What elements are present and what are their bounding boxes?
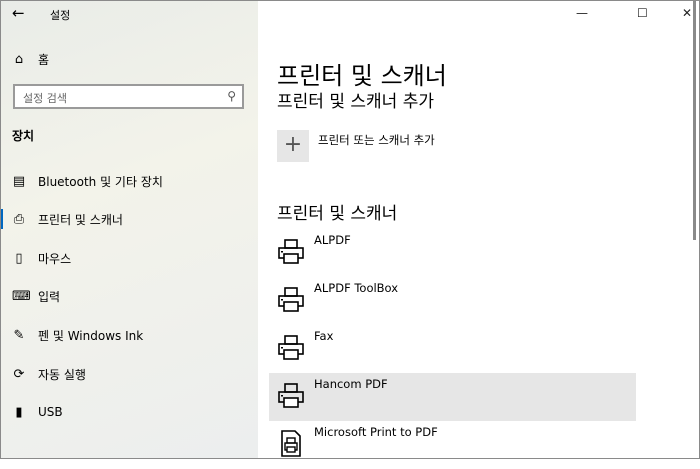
printer-icon: ⎙ (13, 211, 25, 227)
sidebar-item-6[interactable]: ⟳ 자동 실행 (0, 356, 258, 392)
plus-icon: + (283, 132, 303, 157)
printer-item[interactable]: Hancom PDF (269, 373, 636, 421)
printer-name: Microsoft Print to PDF (314, 425, 438, 439)
printer-icon (277, 381, 305, 409)
maximize-button[interactable]: ☐ (637, 6, 648, 20)
home-icon: ⌂ (14, 51, 24, 67)
sidebar-item-label: 홈 (38, 52, 50, 67)
sidebar-item-label: Bluetooth 및 기타 장치 (38, 174, 163, 189)
add-printer-label[interactable]: 프린터 또는 스캐너 추가 (318, 132, 435, 148)
sidebar-item-home[interactable]: ⌂ 홈 (0, 41, 258, 77)
printer-item[interactable]: Microsoft Print to PDF (269, 421, 636, 469)
sidebar-item-label: 입력 (38, 289, 61, 304)
pdf-printer-icon (277, 429, 305, 457)
section-title: 장치 (12, 129, 35, 143)
sidebar-item-label: 프린터 및 스캐너 (38, 212, 123, 227)
add-heading: 프린터 및 스캐너 추가 (277, 92, 434, 112)
search-icon[interactable]: ⚲ (227, 89, 236, 103)
printer-icon (277, 285, 305, 313)
search-input[interactable]: 설정 검색 ⚲ (13, 84, 244, 109)
back-button[interactable]: ← (12, 4, 25, 22)
close-button[interactable]: ✕ (682, 6, 692, 20)
sidebar-item-2[interactable]: ⎙ 프린터 및 스캐너 (0, 201, 258, 237)
printer-icon (277, 237, 305, 265)
printer-icon (277, 333, 305, 361)
printer-item[interactable]: Fax (269, 325, 636, 373)
sidebar-item-label: USB (38, 405, 63, 419)
app-title: 설정 (50, 9, 71, 22)
printer-name: Fax (314, 329, 334, 343)
scrollbar[interactable] (693, 0, 696, 240)
sidebar-item-label: 자동 실행 (38, 367, 86, 382)
printer-item[interactable]: ALPDF (269, 229, 636, 277)
sidebar-item-1[interactable]: ▤ Bluetooth 및 기타 장치 (0, 163, 258, 199)
sidebar-item-label: 펜 및 Windows Ink (38, 328, 144, 343)
sidebar-item-7[interactable]: ▮ USB (0, 394, 258, 430)
sidebar-item-label: 마우스 (38, 251, 72, 266)
printer-name: ALPDF ToolBox (314, 281, 399, 295)
printer-name: ALPDF (314, 233, 351, 247)
sidebar: ← 설정 ⌂ 홈 설정 검색 ⚲ 장치 ▤ Bluetooth 및 기타 장치 ⎙ 프… (0, 0, 258, 459)
search-placeholder: 설정 검색 (23, 92, 67, 105)
sidebar-item-4[interactable]: ⌨ 입력 (0, 278, 258, 314)
pen-icon: ✎ (13, 327, 25, 343)
printers-heading: 프린터 및 스캐너 (277, 204, 398, 224)
add-printer-button[interactable]: + (277, 130, 309, 162)
page-title: 프린터 및 스캐너 (277, 62, 447, 90)
printer-name: Hancom PDF (314, 377, 388, 391)
usb-icon: ▮ (15, 404, 23, 420)
autoplay-icon: ⟳ (13, 366, 25, 382)
bluetooth-devices-icon: ▤ (12, 173, 26, 189)
keyboard-icon: ⌨ (12, 288, 31, 304)
sidebar-item-5[interactable]: ✎ 펜 및 Windows Ink (0, 317, 258, 353)
mouse-icon: ▯ (15, 250, 23, 266)
sidebar-item-3[interactable]: ▯ 마우스 (0, 240, 258, 276)
printer-item[interactable]: ALPDF ToolBox (269, 277, 636, 325)
minimize-button[interactable]: — (576, 6, 588, 20)
main-content: — ☐ ✕ 프린터 및 스캐너 프린터 및 스캐너 추가 + 프린터 또는 스캐… (258, 0, 700, 459)
